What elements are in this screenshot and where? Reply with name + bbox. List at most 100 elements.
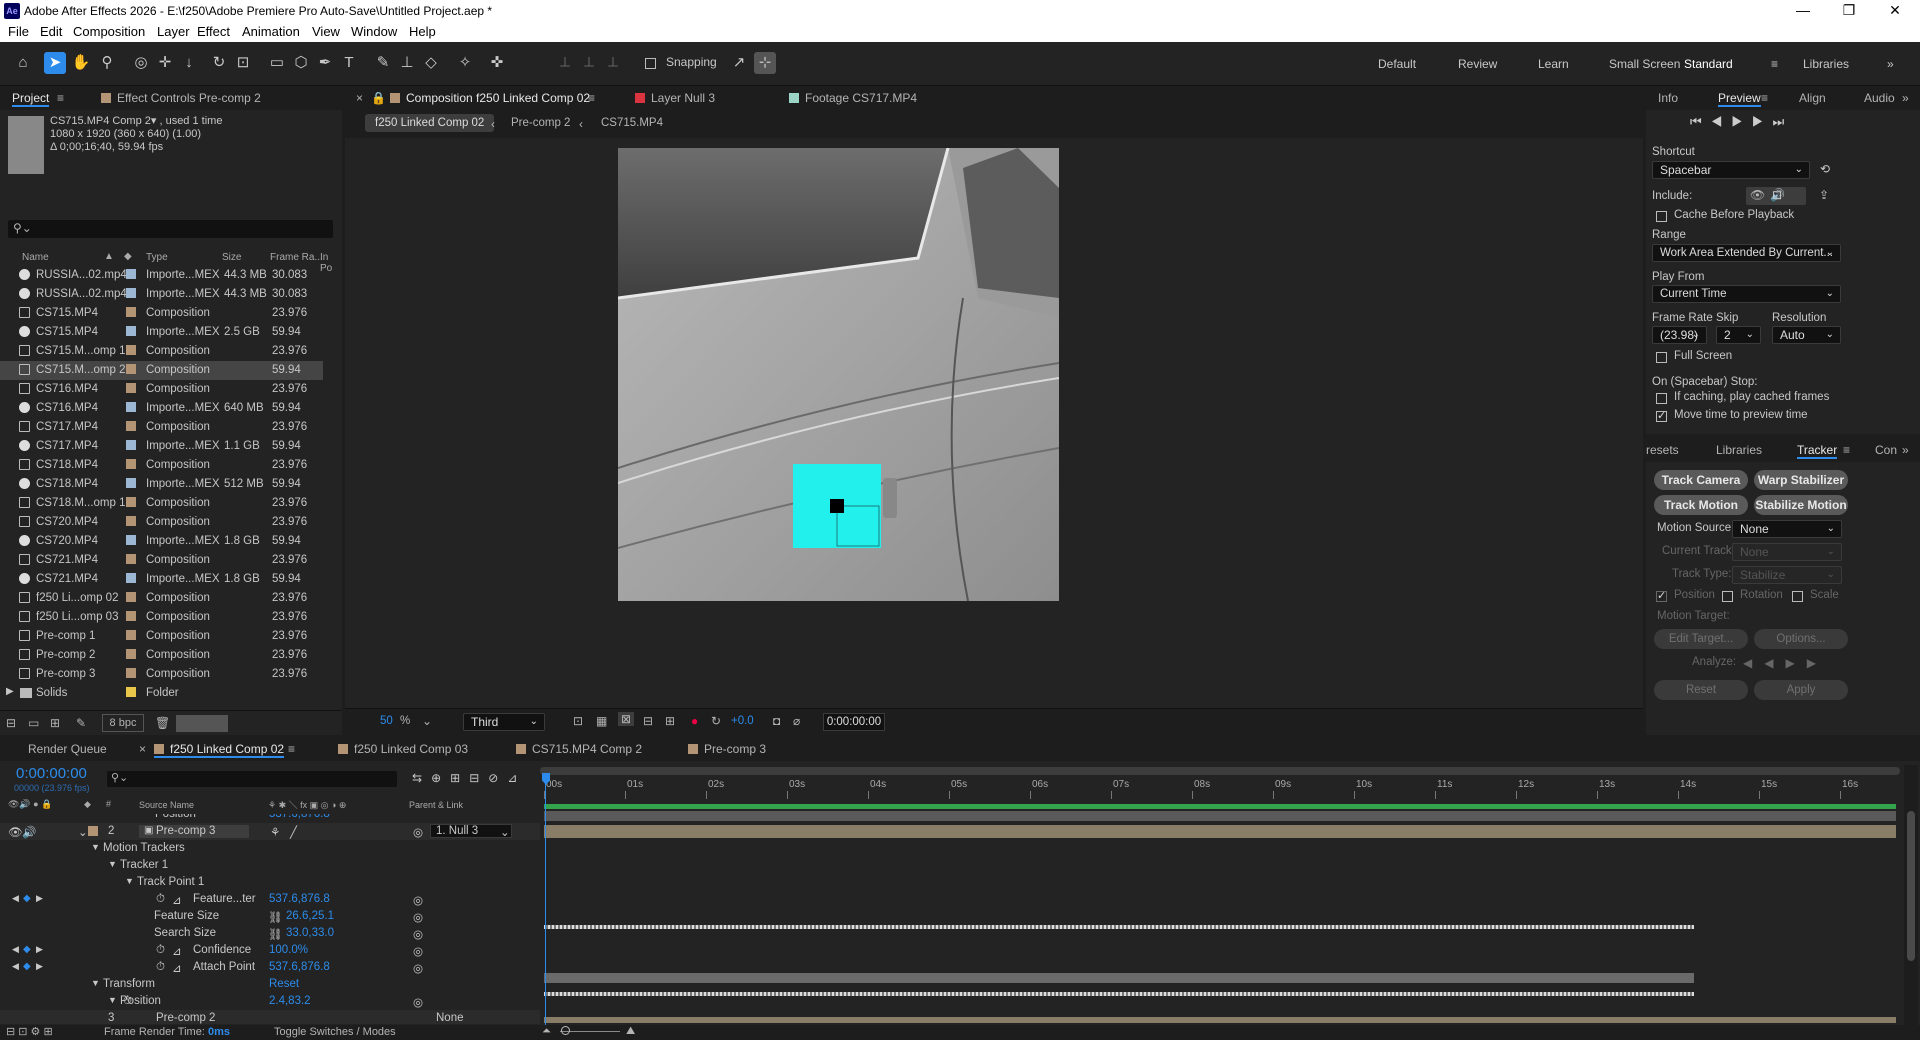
label-swatch[interactable] — [126, 345, 136, 355]
project-item[interactable]: Pre-comp 1 Composition 23.976 — [0, 627, 323, 646]
shy-layers-icon[interactable]: ⊞ — [450, 771, 469, 785]
property-row[interactable]: ▼ Track Point 1 — [0, 874, 540, 891]
label-swatch[interactable] — [126, 649, 136, 659]
project-item[interactable]: CS720.MP4 Composition 23.976 — [0, 513, 323, 532]
local-axis-icon[interactable]: ⟂ — [554, 52, 576, 74]
graph-icon[interactable]: ⊿ — [172, 961, 182, 975]
analyze-forward-1-icon[interactable]: ▶ — [1807, 656, 1828, 670]
label-swatch[interactable] — [126, 288, 136, 298]
layer-name[interactable]: Pre-comp 2 — [156, 1012, 215, 1024]
new-comp-icon[interactable]: ⊞ — [50, 716, 60, 730]
rotation-tool-icon[interactable]: ↻ — [208, 52, 230, 74]
type-tool-icon[interactable]: T — [338, 52, 360, 74]
motion-source-select[interactable]: None ⌄ — [1732, 520, 1842, 538]
project-item[interactable]: CS715.MP4 Importe...MEX 2.5 GB 59.94 — [0, 323, 323, 342]
workspace-libraries[interactable]: Libraries — [1803, 57, 1849, 71]
expression-pickwhip-icon[interactable]: ◎ — [413, 944, 423, 958]
constrain-link-icon[interactable]: ⛓ — [268, 910, 283, 924]
label-swatch[interactable] — [126, 364, 136, 374]
layer-bar-position[interactable] — [544, 811, 1896, 821]
property-value[interactable]: 537.6,876.8 — [269, 961, 330, 973]
range-select[interactable]: Work Area Extended By Current... ⌄ — [1652, 244, 1841, 262]
twirl-down-icon[interactable]: ▼ — [91, 842, 100, 852]
project-item[interactable]: CS715.MP4 Composition 23.976 — [0, 304, 323, 323]
guides-icon[interactable]: ⊟ — [643, 714, 653, 728]
label-swatch[interactable] — [126, 478, 136, 488]
exposure-value[interactable]: +0.0 — [731, 715, 754, 727]
property-value[interactable]: 537.6,876.8 — [269, 814, 330, 820]
current-track-select[interactable]: None ⌄ — [1732, 543, 1842, 561]
tab-pre-comp-3[interactable]: Pre-comp 3 — [688, 742, 766, 756]
project-item[interactable]: ▶ Solids Folder — [0, 684, 323, 703]
show-snapshot-icon[interactable]: ⌀ — [793, 714, 800, 728]
label-swatch[interactable] — [126, 307, 136, 317]
tab-composition[interactable]: Composition f250 Linked Comp 02 — [390, 91, 590, 105]
skip-select[interactable]: 2 ⌄ — [1716, 326, 1761, 344]
project-item[interactable]: Pre-comp 3 Composition 23.976 — [0, 665, 323, 684]
workspace-review[interactable]: Review — [1458, 57, 1497, 71]
label-swatch[interactable] — [126, 421, 136, 431]
property-value[interactable]: 2.4,83.2 — [269, 995, 311, 1007]
tab-effects-presets[interactable]: resets — [1646, 443, 1679, 457]
workspace-default[interactable]: Default — [1378, 57, 1416, 71]
menu-edit[interactable]: Edit — [40, 24, 62, 39]
keyframes-feature-center[interactable] — [544, 925, 1694, 929]
region-of-interest-icon[interactable]: ⊡ — [573, 714, 583, 728]
layer-bar-pre-comp-2[interactable] — [544, 1017, 1896, 1023]
keyframe-nav-icon[interactable]: ◀ — [12, 944, 19, 955]
track-type-select[interactable]: Stabilize ⌄ — [1732, 566, 1842, 584]
tab-project[interactable]: Project — [12, 91, 50, 107]
play-icon[interactable]: ▶ — [1731, 114, 1752, 129]
close-tab-icon[interactable]: × — [139, 742, 146, 756]
analyze-back-icon[interactable]: ◀ — [1764, 656, 1785, 670]
timeline-current-time[interactable]: 0:00:00:00 — [16, 765, 87, 782]
keyframe-nav-icon[interactable]: ◀ — [12, 893, 19, 904]
color-channels-icon[interactable]: ● — [691, 714, 698, 728]
search-input[interactable]: ⚲⌄ — [8, 220, 333, 238]
snap-edges-icon[interactable]: ↗ — [728, 52, 750, 74]
constrain-link-icon[interactable]: ⛓ — [268, 927, 283, 941]
work-area-bar[interactable] — [540, 767, 1900, 775]
label-swatch[interactable] — [126, 459, 136, 469]
layer-row-pre-comp-2[interactable]: 3 Pre-comp 2 None — [0, 1010, 540, 1024]
tab-f250-comp-03[interactable]: f250 Linked Comp 03 — [338, 742, 468, 756]
maximize-button[interactable]: ❐ — [1829, 2, 1869, 19]
project-item[interactable]: CS716.MP4 Importe...MEX 640 MB 59.94 — [0, 399, 323, 418]
twirl-down-icon[interactable]: ▼ — [125, 876, 134, 886]
twirl-down-icon[interactable]: ▼ — [108, 995, 117, 1005]
export-icon[interactable]: ⇪ — [1819, 188, 1829, 202]
pen-tool-icon[interactable]: ✒ — [314, 52, 336, 74]
puppet-pin-icon[interactable]: ✜ — [486, 52, 508, 74]
tab-effect-controls[interactable]: Effect Controls Pre-comp 2 — [101, 91, 261, 105]
current-time-display[interactable]: 0:00:00:00 — [823, 713, 885, 731]
play-from-select[interactable]: Current Time ⌄ — [1652, 285, 1841, 303]
resolution-select[interactable]: Third ⌄ — [463, 713, 545, 731]
workspace-standard[interactable]: Standard — [1684, 57, 1733, 71]
chevron-down-icon[interactable]: ⌄ — [422, 714, 432, 728]
menu-effect[interactable]: Effect — [197, 24, 230, 39]
first-frame-icon[interactable]: ⏮ — [1690, 114, 1711, 129]
menu-help[interactable]: Help — [409, 24, 436, 39]
include-video-icon[interactable]: 👁 — [1750, 188, 1765, 202]
dolly-camera-icon[interactable]: ↓ — [178, 52, 200, 74]
parent-select[interactable]: None — [436, 1012, 464, 1024]
analyze-forward-icon[interactable]: ▶ — [1785, 656, 1806, 670]
clone-stamp-icon[interactable]: ⊥ — [396, 52, 418, 74]
selection-tool-icon[interactable]: ➤ — [44, 52, 66, 74]
project-item[interactable]: CS721.MP4 Importe...MEX 1.8 GB 59.94 — [0, 570, 323, 589]
project-item[interactable]: CS718.MP4 Composition 23.976 — [0, 456, 323, 475]
frame-rate-select[interactable]: (23.98) ⌄ — [1652, 326, 1707, 344]
stopwatch-icon[interactable]: ⏱ — [156, 961, 165, 974]
label-swatch[interactable] — [126, 383, 136, 393]
motion-blur-icon[interactable]: ⊘ — [488, 771, 507, 785]
property-value[interactable]: 100.0% — [269, 944, 308, 956]
expression-pickwhip-icon[interactable]: ◎ — [413, 893, 423, 907]
label-swatch[interactable] — [126, 516, 136, 526]
menu-animation[interactable]: Animation — [242, 24, 300, 39]
breadcrumb-item-2[interactable]: CS715.MP4 — [601, 117, 663, 129]
project-item[interactable]: CS718.MP4 Importe...MEX 512 MB 59.94 — [0, 475, 323, 494]
keyframes-attach-point[interactable] — [544, 992, 1694, 996]
layer-row-pre-comp-3[interactable]: 👁 🔊 ⌄ 2 ▣ Pre-comp 3 ⚘ ╱ ◎ 1. Null 3 ⌄ — [0, 823, 540, 840]
pan-camera-icon[interactable]: ✛ — [154, 52, 176, 74]
tab-layer[interactable]: Layer Null 3 — [635, 91, 715, 105]
